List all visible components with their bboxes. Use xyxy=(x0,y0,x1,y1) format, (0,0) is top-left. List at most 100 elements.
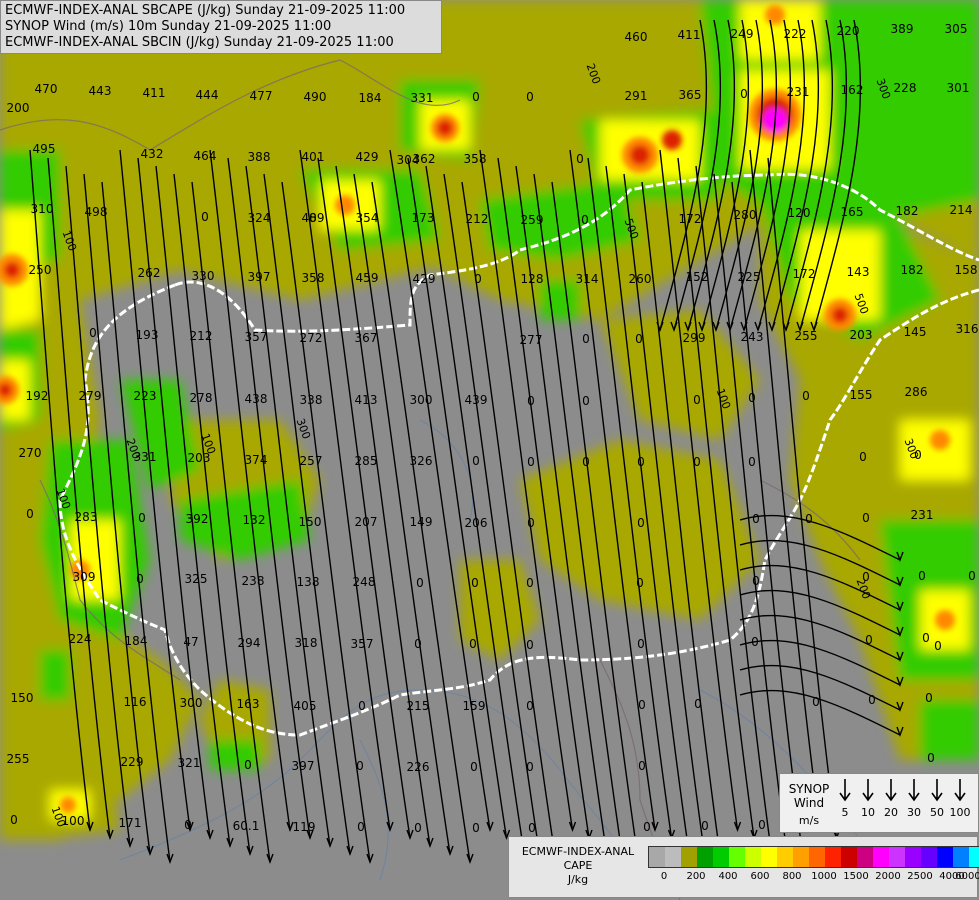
cape-value-label: 316 xyxy=(956,322,979,336)
cape-value-label: 495 xyxy=(33,142,56,156)
cape-legend-tick: 2500 xyxy=(907,871,933,882)
cape-legend-swatch xyxy=(953,847,969,867)
cape-value-label: 0 xyxy=(309,211,317,225)
cape-value-label: 262 xyxy=(138,266,161,280)
cape-value-label: 0 xyxy=(740,87,748,101)
cape-hotspot xyxy=(437,120,453,136)
cape-value-label: 184 xyxy=(125,634,148,648)
cape-legend-swatch xyxy=(937,847,953,867)
synop-speed-label: 30 xyxy=(907,806,921,819)
cape-value-label: 0 xyxy=(471,576,479,590)
cape-value-label: 193 xyxy=(136,328,159,342)
synop-speed-label: 20 xyxy=(884,806,898,819)
cape-value-label: 0 xyxy=(89,326,97,340)
cape-value-label: 411 xyxy=(143,86,166,100)
cape-legend-tick: 6000 xyxy=(955,871,979,882)
wind-arrow-icon xyxy=(885,779,897,802)
synop-label-line2: Wind xyxy=(793,796,825,810)
cape-value-label: 286 xyxy=(905,385,928,399)
cape-value-label: 283 xyxy=(75,510,98,524)
cape-legend-swatch xyxy=(697,847,713,867)
cape-hotspot xyxy=(630,145,650,165)
cape-value-label: 0 xyxy=(637,637,645,651)
cape-value-label: 300 xyxy=(410,393,433,407)
cape-value-label: 365 xyxy=(679,88,702,102)
cape-value-label: 260 xyxy=(629,272,652,286)
cape-value-label: 0 xyxy=(638,759,646,773)
cape-value-label: 152 xyxy=(686,270,709,284)
cape-legend-tick: 400 xyxy=(718,871,738,882)
cape-value-label: 0 xyxy=(748,391,756,405)
cape-value-label: 255 xyxy=(7,752,30,766)
synop-label-line1: SYNOP xyxy=(788,782,830,796)
cape-legend-swatch xyxy=(793,847,809,867)
cape-legend-swatch xyxy=(649,847,665,867)
cape-value-label: 0 xyxy=(10,813,18,827)
synop-speed-column: 10 xyxy=(857,778,879,819)
cape-value-label: 0 xyxy=(526,576,534,590)
cape-value-label: 255 xyxy=(795,329,818,343)
cape-value-label: 299 xyxy=(683,331,706,345)
cape-value-label: 0 xyxy=(748,455,756,469)
cape-value-label: 0 xyxy=(26,507,34,521)
cape-value-label: 0 xyxy=(637,455,645,469)
cape-value-label: 0 xyxy=(528,821,536,835)
cape-value-label: 314 xyxy=(576,272,599,286)
cape-value-label: 444 xyxy=(196,88,219,102)
cape-legend-tick: 1500 xyxy=(843,871,869,882)
cape-fill-green xyxy=(40,650,70,700)
cape-value-label: 0 xyxy=(358,699,366,713)
cape-hotspot xyxy=(935,610,955,630)
cape-hotspot xyxy=(832,307,848,323)
synop-speed-column: 100 xyxy=(949,778,971,819)
cape-value-label: 143 xyxy=(847,265,870,279)
cape-value-label: 0 xyxy=(637,516,645,530)
cape-value-label: 285 xyxy=(355,454,378,468)
cape-value-label: 0 xyxy=(527,394,535,408)
cape-value-label: 0 xyxy=(414,821,422,835)
cape-value-label: 464 xyxy=(194,149,217,163)
cape-value-label: 0 xyxy=(357,820,365,834)
cape-value-label: 0 xyxy=(474,272,482,286)
cape-value-label: 0 xyxy=(802,389,810,403)
cape-value-label: 150 xyxy=(299,515,322,529)
cape-value-label: 0 xyxy=(576,152,584,166)
cape-value-label: 0 xyxy=(472,454,480,468)
cape-value-label: 162 xyxy=(841,83,864,97)
cape-value-label: 0 xyxy=(694,697,702,711)
cape-value-label: 439 xyxy=(465,393,488,407)
cape-value-label: 270 xyxy=(19,446,42,460)
synop-speed-column: 30 xyxy=(903,778,925,819)
title-line-cin: ECMWF-INDEX-ANAL SBCIN (J/kg) Sunday 21-… xyxy=(5,35,394,50)
cape-value-label: 226 xyxy=(407,760,430,774)
cape-legend-swatch xyxy=(713,847,729,867)
cape-value-label: 0 xyxy=(934,639,942,653)
cape-legend-ticks: 0 200 400 600 800 1000 1500 2000 2500 4000 6000 xyxy=(648,871,979,885)
cape-legend-swatch xyxy=(809,847,825,867)
cape-map: 470 443 411 444 477 490 184 331 0 0460 411 249 222 22… xyxy=(0,0,979,900)
cape-legend-tick: 1000 xyxy=(811,871,837,882)
cape-legend-swatch xyxy=(729,847,745,867)
cape-value-label: 0 xyxy=(638,698,646,712)
cape-value-label: 238 xyxy=(242,574,265,588)
cape-value-label: 321 xyxy=(178,756,201,770)
cape-value-label: 145 xyxy=(904,325,927,339)
cape-value-label: 0 xyxy=(414,637,422,651)
cape-value-label: 200 xyxy=(7,101,30,115)
cape-value-label: 0 xyxy=(922,631,930,645)
cape-value-label: 220 xyxy=(837,24,860,38)
cape-value-label: 0 xyxy=(751,635,759,649)
cape-legend-swatch xyxy=(761,847,777,867)
cape-legend-title-line2: CAPE xyxy=(563,859,593,872)
cape-value-label: 225 xyxy=(738,270,761,284)
cape-legend-title-line1: ECMWF-INDEX-ANAL xyxy=(521,845,635,858)
cape-value-label: 0 xyxy=(526,760,534,774)
synop-speed-column: 5 xyxy=(834,778,856,819)
cape-value-label: 0 xyxy=(356,759,364,773)
cape-value-label: 309 xyxy=(73,570,96,584)
cape-value-label: 150 xyxy=(11,691,34,705)
cape-value-label: 429 xyxy=(413,272,436,286)
cape-value-label: 438 xyxy=(245,392,268,406)
cape-value-label: 338 xyxy=(300,393,323,407)
cape-legend-swatch xyxy=(825,847,841,867)
